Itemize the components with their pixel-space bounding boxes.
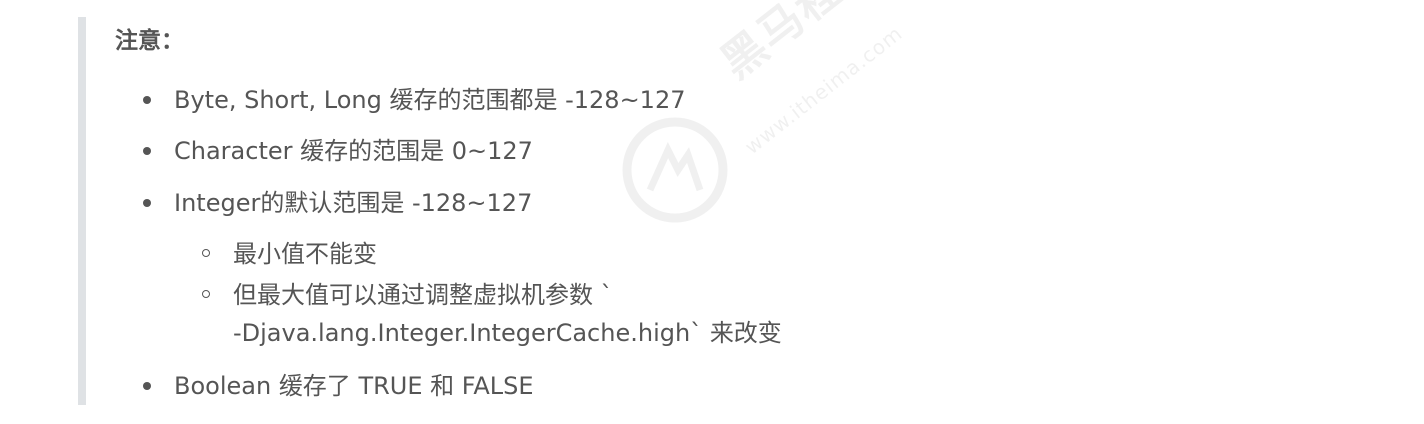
sub-list-item-continuation: -Djava.lang.Integer.IntegerCache.high` 来…	[233, 317, 782, 349]
bullet-icon	[143, 147, 151, 155]
circle-bullet-icon	[202, 290, 210, 298]
circle-bullet-icon	[202, 249, 210, 257]
list-item: Integer的默认范围是 -128~127	[143, 187, 533, 219]
bullet-icon	[143, 382, 151, 390]
sub-list-item: 最小值不能变	[202, 238, 377, 270]
sub-list-item-text: 最小值不能变	[233, 240, 377, 268]
bullet-icon	[143, 199, 151, 207]
sub-list-item: 但最大值可以通过调整虚拟机参数 `	[202, 279, 613, 311]
list-item-text: Character 缓存的范围是 0~127	[174, 137, 533, 165]
list-item: Character 缓存的范围是 0~127	[143, 135, 533, 167]
list-item-text: Integer的默认范围是 -128~127	[174, 189, 533, 217]
note-title: 注意：	[115, 28, 184, 54]
sub-list-item-text-line2: -Djava.lang.Integer.IntegerCache.high` 来…	[233, 319, 782, 347]
list-item: Boolean 缓存了 TRUE 和 FALSE	[143, 370, 534, 402]
sub-list-item-text-line1: 但最大值可以通过调整虚拟机参数 `	[233, 281, 613, 309]
list-item: Byte, Short, Long 缓存的范围都是 -128~127	[143, 84, 686, 116]
list-item-text: Boolean 缓存了 TRUE 和 FALSE	[174, 372, 534, 400]
bullet-icon	[143, 96, 151, 104]
list-item-text: Byte, Short, Long 缓存的范围都是 -128~127	[174, 86, 686, 114]
